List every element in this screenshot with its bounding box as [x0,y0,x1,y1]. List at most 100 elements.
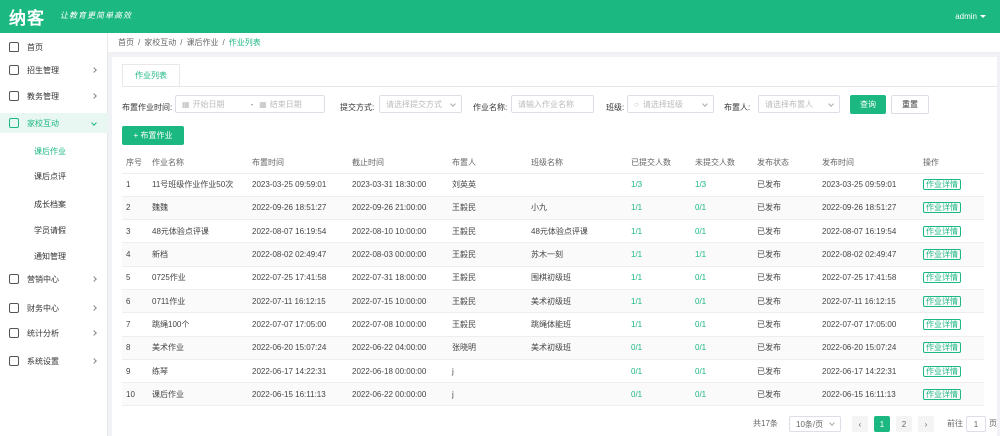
table-cell-action[interactable]: 作业详情 [919,289,984,314]
sidebar-item-0[interactable]: 首页 [0,37,108,57]
table-cell: 9 [122,359,148,384]
sidebar-item-3[interactable]: 家校互动 [0,113,108,133]
page-1-button[interactable]: 1 [874,416,890,432]
detail-button[interactable]: 作业详情 [923,179,961,191]
detail-button[interactable]: 作业详情 [923,272,961,284]
sidebar-item-2[interactable]: 教务管理 [0,86,108,106]
table-cell[interactable]: 0/1 [627,359,691,384]
breadcrumb-item-homework[interactable]: 课后作业 [186,37,218,48]
detail-button[interactable]: 作业详情 [923,295,961,307]
homework-name-input[interactable]: 请输入作业名称 [511,95,594,113]
table-cell[interactable]: 0/1 [627,336,691,360]
table-cell[interactable]: 1/1 [627,219,691,244]
owner-select[interactable]: 请选择布置人 [758,95,840,113]
table-cell: 跳绳体能班 [527,312,627,337]
page-2-button[interactable]: 2 [896,416,912,432]
wallet-icon [9,303,19,313]
table-cell-action[interactable]: 作业详情 [919,219,984,244]
sidebar-item-6[interactable]: 统计分析 [0,323,108,343]
table-cell[interactable]: 1/1 [691,242,753,267]
table-cell[interactable]: 0/1 [691,336,753,360]
breadcrumb-item-home[interactable]: 首页 [118,37,134,48]
table-cell-action[interactable]: 作业详情 [919,359,984,384]
date-range-input[interactable]: ▦ 开始日期 - ▦ 结束日期 [175,95,325,113]
detail-button[interactable]: 作业详情 [923,388,961,400]
gear-icon [9,356,19,366]
page-size-select[interactable]: 10条/页 [789,416,841,432]
table-cell: 已发布 [753,173,818,197]
next-page-button[interactable]: › [918,416,934,432]
table-cell[interactable]: 0/1 [691,359,753,384]
chevron-down-icon [702,101,708,107]
total-count: 共17条 [753,418,778,428]
user-menu[interactable]: admin [955,12,986,21]
sidebar-item-1[interactable]: 招生管理 [0,60,108,80]
table-cell[interactable]: 1/1 [627,266,691,290]
detail-button[interactable]: 作业详情 [923,342,961,354]
table-cell[interactable]: 1/3 [691,173,753,197]
reset-button[interactable]: 重置 [891,95,929,114]
table-cell-action[interactable]: 作业详情 [919,382,984,407]
table-cell[interactable]: 1/1 [627,312,691,337]
table-cell[interactable]: 1/1 [627,196,691,221]
table-cell: 已发布 [753,242,818,267]
column-header: 序号 [122,153,148,174]
table-cell[interactable]: 0/1 [627,382,691,407]
sidebar-subitem-4[interactable]: 通知管理 [34,251,66,262]
sidebar-item-5[interactable]: 财务中心 [0,298,108,318]
add-homework-button[interactable]: + 布置作业 [122,126,184,145]
table-cell: j [448,382,527,407]
submit-mode-select[interactable]: 请选择提交方式 [379,95,462,113]
column-header: 作业名称 [148,153,248,174]
breadcrumb-item-interact[interactable]: 家校互动 [144,37,176,48]
table-cell[interactable]: 0/1 [691,312,753,337]
detail-button[interactable]: 作业详情 [923,202,961,214]
goto-page-input[interactable]: 1 [966,416,986,432]
table-cell-action[interactable]: 作业详情 [919,266,984,290]
sidebar-subitem-2[interactable]: 成长档案 [34,199,66,210]
sidebar-subitem-1[interactable]: 课后点评 [34,171,66,182]
sidebar-item-label: 首页 [27,42,43,52]
column-header: 布置人 [448,153,527,174]
table-cell-action[interactable]: 作业详情 [919,312,984,337]
start-date-input[interactable]: 开始日期 [193,99,251,110]
table-cell: 2022-08-03 00:00:00 [348,242,448,267]
sidebar-subitem-0[interactable]: 课后作业 [34,146,66,157]
table-cell[interactable]: 0/1 [691,219,753,244]
table-row: 8 美术作业 2022-06-20 15:07:24 2022-06-22 04:00… [122,336,984,360]
chart-icon [9,328,19,338]
table-cell[interactable]: 1/1 [627,289,691,314]
table-cell[interactable]: 1/3 [627,173,691,197]
table-cell-action[interactable]: 作业详情 [919,336,984,360]
search-button[interactable]: 查询 [850,95,886,114]
detail-button[interactable]: 作业详情 [923,318,961,330]
detail-button[interactable]: 作业详情 [923,249,961,261]
table-cell[interactable]: 0/1 [691,266,753,290]
table-cell: 2 [122,196,148,221]
detail-button[interactable]: 作业详情 [923,365,961,377]
table-cell: 美术初级班 [527,336,627,360]
table-cell: 2022-06-20 15:07:24 [248,336,348,360]
class-select[interactable]: ○ 请选择班级 [627,95,714,113]
chevron-icon [91,358,97,364]
detail-button[interactable]: 作业详情 [923,225,961,237]
table-row: 1 11号班级作业作业50次 2023-03-25 09:59:01 2023-03-… [122,173,984,197]
table-cell-action[interactable]: 作业详情 [919,242,984,267]
table-cell-action[interactable]: 作业详情 [919,173,984,197]
table-cell: 2022-08-10 10:00:00 [348,219,448,244]
grid-icon [9,91,19,101]
table-cell[interactable]: 0/1 [691,289,753,314]
end-date-input[interactable]: 结束日期 [270,99,302,110]
table-cell-action[interactable]: 作业详情 [919,196,984,221]
table-cell[interactable]: 1/1 [627,242,691,267]
sidebar-item-label: 营销中心 [27,274,59,284]
table-cell[interactable]: 0/1 [691,196,753,221]
sidebar-item-label: 教务管理 [27,91,59,101]
prev-page-button[interactable]: ‹ [852,416,868,432]
chevron-icon [91,305,97,311]
sidebar-item-7[interactable]: 系统设置 [0,351,108,371]
sidebar-item-4[interactable]: 营销中心 [0,269,108,289]
tab-homework-list[interactable]: 作业列表 [122,64,180,86]
table-cell[interactable]: 0/1 [691,382,753,407]
sidebar-subitem-3[interactable]: 学员请假 [34,225,66,236]
